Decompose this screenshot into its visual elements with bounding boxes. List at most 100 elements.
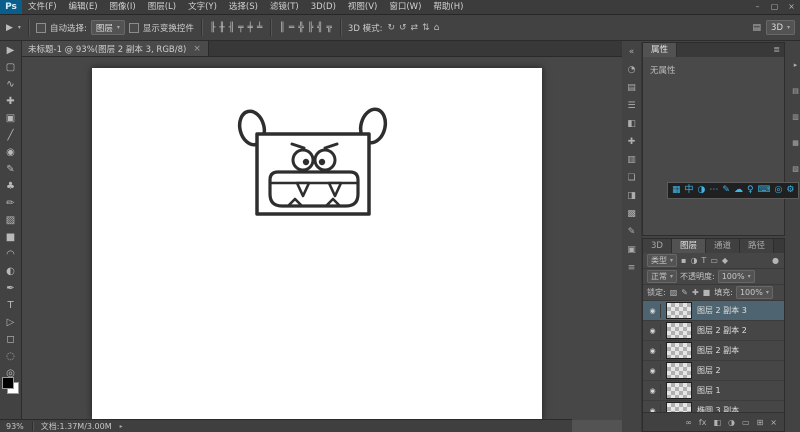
maximize-button[interactable]: ▢ xyxy=(766,0,783,14)
panel-dock-icon[interactable]: ≡ xyxy=(628,263,636,273)
new-layer-icon[interactable]: ⊞ xyxy=(757,418,764,427)
layer-filter-combo[interactable]: 类型 ▾ xyxy=(647,254,677,267)
layer-thumbnail[interactable] xyxy=(666,342,692,359)
blur-tool-icon[interactable]: ◠ xyxy=(1,246,20,263)
align-icon[interactable]: ╤ xyxy=(237,23,244,33)
layer-group-icon[interactable]: ▭ xyxy=(742,418,750,427)
panel-dock-icon[interactable]: ▥ xyxy=(792,112,799,122)
ime-logo-icon[interactable]: ▦ xyxy=(672,184,681,197)
menu-item[interactable]: 文字(Y) xyxy=(182,0,223,14)
ime-punctuation-icon[interactable]: ⋯ xyxy=(709,184,718,197)
lock-icon[interactable]: ■ xyxy=(702,288,712,297)
crop-tool-icon[interactable]: ▣ xyxy=(1,110,20,127)
panel-menu-icon[interactable]: ≣ xyxy=(769,43,784,57)
type-tool-icon[interactable]: T xyxy=(1,297,20,314)
menu-item[interactable]: 帮助(H) xyxy=(427,0,469,14)
healing-brush-tool-icon[interactable]: ◉ xyxy=(1,144,20,161)
layer-thumbnail[interactable] xyxy=(666,302,692,319)
lock-icon[interactable]: ▨ xyxy=(669,288,679,297)
eraser-tool-icon[interactable]: ▨ xyxy=(1,212,20,229)
layer-filter-icon[interactable]: ▭ xyxy=(709,256,719,265)
align-icon[interactable]: ╫ xyxy=(218,23,225,33)
layer-visibility-icon[interactable]: ◉ xyxy=(645,384,661,398)
quick-selection-tool-icon[interactable]: ✚ xyxy=(1,93,20,110)
auto-select-checkbox[interactable] xyxy=(36,23,46,33)
clone-stamp-tool-icon[interactable]: ♣ xyxy=(1,178,20,195)
panel-dock-icon[interactable]: ▤ xyxy=(792,86,799,96)
minimize-button[interactable]: – xyxy=(749,0,766,14)
ime-halfwidth-icon[interactable]: ◑ xyxy=(698,184,706,197)
align-icon[interactable]: ╧ xyxy=(256,23,263,33)
zoom-level[interactable]: 93% xyxy=(6,422,24,431)
lock-icon[interactable]: ✚ xyxy=(691,288,700,297)
3d-mode-icon[interactable]: ↺ xyxy=(398,23,408,33)
panel-dock-icon[interactable]: ◔ xyxy=(628,65,636,75)
distribute-icon[interactable]: ╬ xyxy=(297,23,304,33)
show-transform-checkbox[interactable] xyxy=(129,23,139,33)
layer-row[interactable]: ◉ 图层 2 副本 3 xyxy=(643,301,784,321)
document-tab[interactable]: 未标题-1 @ 93%(图层 2 副本 3, RGB/8) × xyxy=(21,41,209,56)
opacity-combo[interactable]: 100% ▾ xyxy=(718,270,755,283)
close-button[interactable]: × xyxy=(783,0,800,14)
tool-preset-caret-icon[interactable]: ▾ xyxy=(18,24,21,31)
panel-dock-icon[interactable]: ▦ xyxy=(792,138,799,148)
panel-dock-icon[interactable]: ✎ xyxy=(628,227,636,237)
pen-tool-icon[interactable]: ✒ xyxy=(1,280,20,297)
3d-mode-icon[interactable]: ⌂ xyxy=(433,23,441,33)
layer-row[interactable]: ◉ 图层 2 副本 2 xyxy=(643,321,784,341)
path-selection-tool-icon[interactable]: ▷ xyxy=(1,314,20,331)
fill-combo[interactable]: 100% ▾ xyxy=(736,286,773,299)
menu-item[interactable]: 窗口(W) xyxy=(383,0,427,14)
layer-effects-icon[interactable]: fx xyxy=(699,418,707,427)
shape-tool-icon[interactable]: ◻ xyxy=(1,331,20,348)
layer-filter-icon[interactable]: ▪ xyxy=(680,256,687,265)
3d-mode-icon[interactable]: ↻ xyxy=(386,23,396,33)
close-tab-icon[interactable]: × xyxy=(193,44,201,54)
layer-filter-icon[interactable]: ◑ xyxy=(689,256,698,265)
align-icon[interactable]: ╟ xyxy=(209,23,216,33)
lasso-tool-icon[interactable]: ∿ xyxy=(1,76,20,93)
menu-item[interactable]: 滤镜(T) xyxy=(264,0,305,14)
workspace-switcher[interactable]: 3D ▾ xyxy=(766,20,795,35)
panel-dock-icon[interactable]: ◨ xyxy=(627,191,636,201)
layer-filter-icon[interactable]: ◆ xyxy=(721,256,729,265)
ime-keyboard-icon[interactable]: ⌨ xyxy=(758,184,771,197)
panel-dock-icon[interactable]: ❏ xyxy=(627,173,635,183)
distribute-icon[interactable]: ═ xyxy=(288,23,295,33)
3d-mode-icon[interactable]: ⇄ xyxy=(410,23,420,33)
panel-dock-icon[interactable]: ▧ xyxy=(792,164,799,174)
ime-person-icon[interactable]: ♀ xyxy=(747,184,754,197)
move-tool-icon[interactable]: ▶ xyxy=(1,42,20,59)
marquee-tool-icon[interactable]: ▢ xyxy=(1,59,20,76)
distribute-icon[interactable]: ╦ xyxy=(326,23,333,33)
lock-icon[interactable]: ✎ xyxy=(680,288,689,297)
menu-item[interactable]: 3D(D) xyxy=(305,0,342,14)
align-icon[interactable]: ╢ xyxy=(228,23,235,33)
layer-row[interactable]: ◉ 图层 2 副本 xyxy=(643,341,784,361)
layer-thumbnail[interactable] xyxy=(666,362,692,379)
panel-tab[interactable]: 3D xyxy=(643,239,672,253)
history-brush-tool-icon[interactable]: ✏ xyxy=(1,195,20,212)
menu-item[interactable]: 文件(F) xyxy=(22,0,63,14)
menu-item[interactable]: 视图(V) xyxy=(342,0,383,14)
panel-dock-icon[interactable]: « xyxy=(629,47,635,57)
panel-dock-icon[interactable]: ▣ xyxy=(627,245,636,255)
gradient-tool-icon[interactable]: ■ xyxy=(1,229,20,246)
foreground-color-swatch[interactable] xyxy=(2,377,14,389)
dodge-tool-icon[interactable]: ◐ xyxy=(1,263,20,280)
distribute-icon[interactable]: ║ xyxy=(278,23,285,33)
panel-dock-icon[interactable]: ✚ xyxy=(628,137,636,147)
menu-item[interactable]: 图像(I) xyxy=(104,0,142,14)
panel-tab[interactable]: 通道 xyxy=(706,239,740,253)
layer-visibility-icon[interactable]: ◉ xyxy=(645,324,661,338)
brush-tool-icon[interactable]: ✎ xyxy=(1,161,20,178)
menu-item[interactable]: 编辑(E) xyxy=(63,0,104,14)
menu-item[interactable]: 图层(L) xyxy=(142,0,182,14)
ime-chinese-mode-icon[interactable]: 中 xyxy=(685,184,694,197)
blend-mode-combo[interactable]: 正常 ▾ xyxy=(647,270,677,283)
panel-dock-icon[interactable]: ☰ xyxy=(627,101,635,111)
layer-visibility-icon[interactable]: ◉ xyxy=(645,364,661,378)
auto-select-combo[interactable]: 图层 ▾ xyxy=(91,20,125,35)
link-layers-icon[interactable]: ∞ xyxy=(685,418,692,427)
panel-dock-icon[interactable]: ▤ xyxy=(627,83,636,93)
